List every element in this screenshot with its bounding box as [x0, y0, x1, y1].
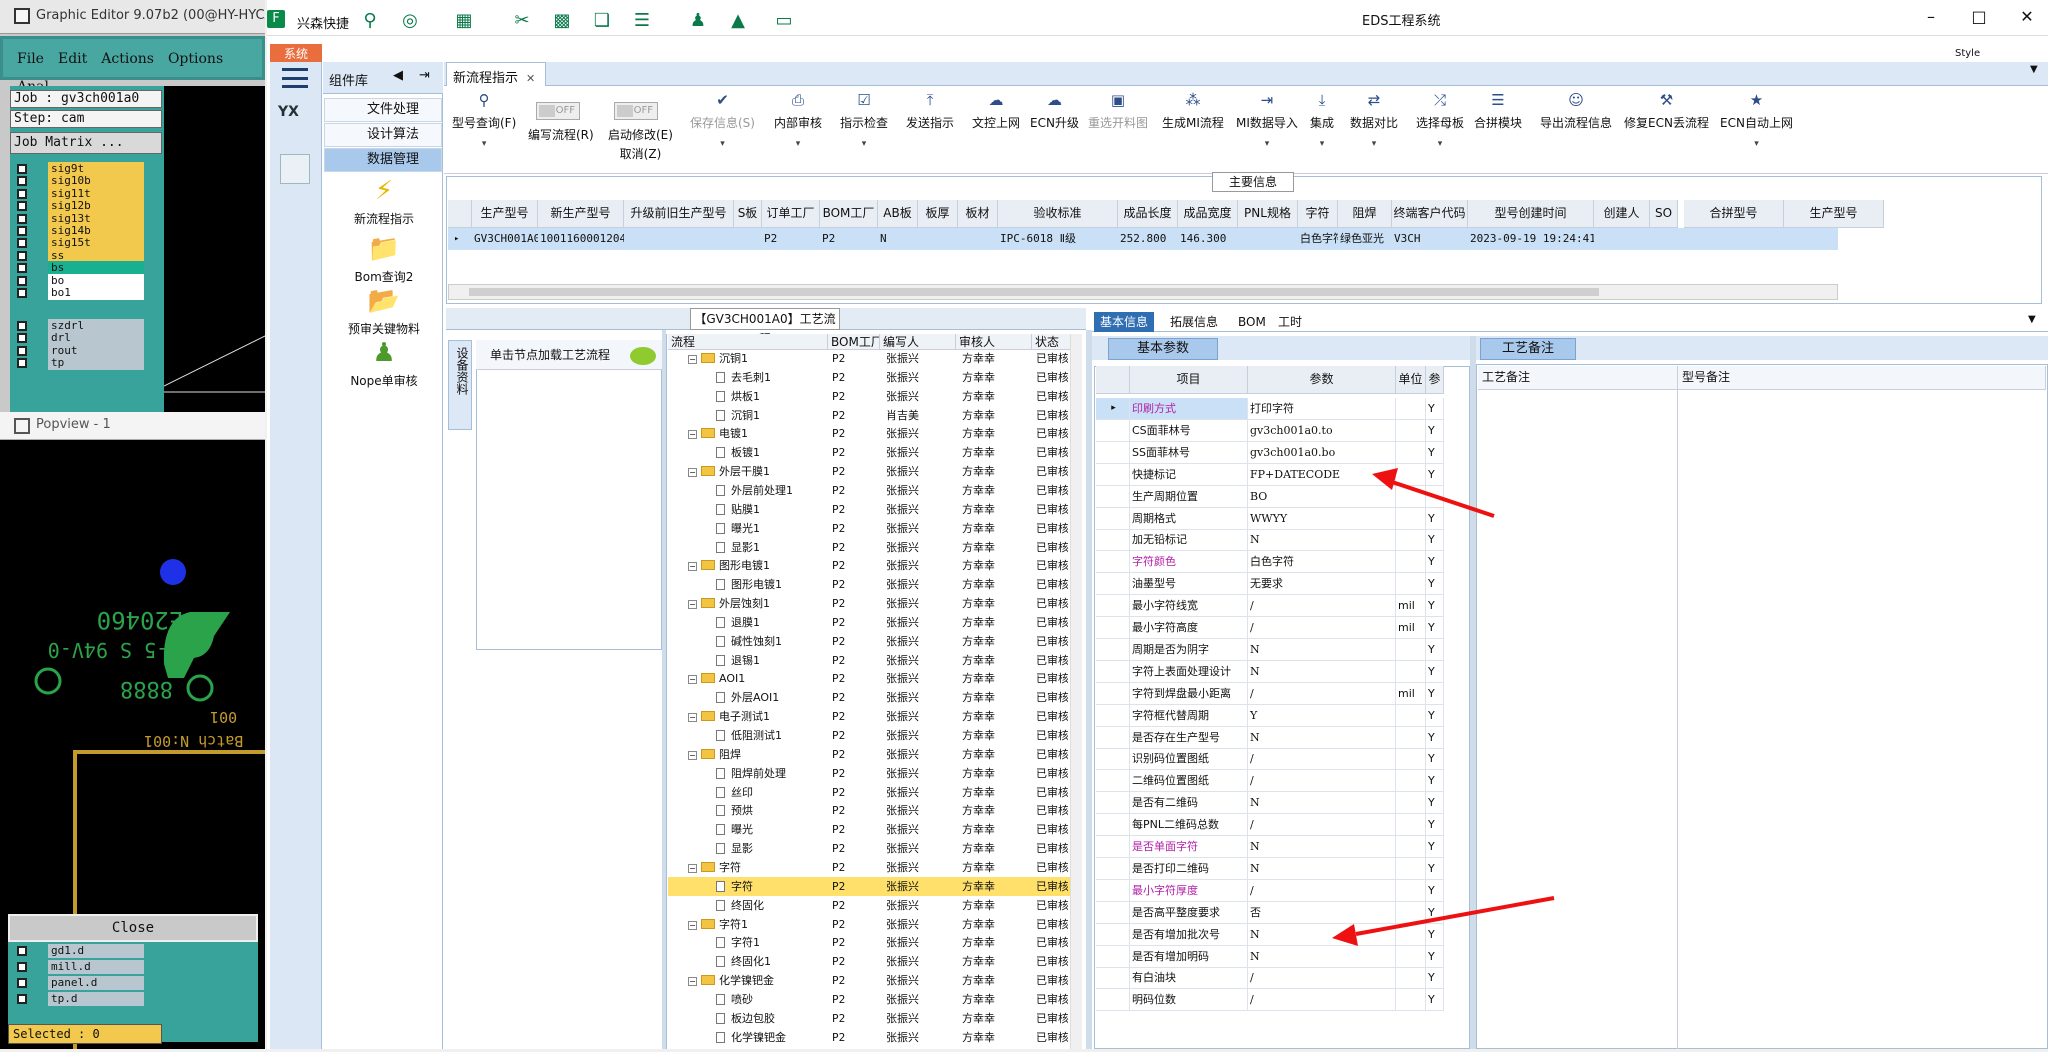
annotation-arrows [1332, 468, 1555, 946]
red-arrow-2-head [1332, 924, 1358, 946]
red-arrow-1-head [1372, 468, 1398, 490]
red-arrow-1 [1391, 480, 1495, 518]
red-arrow-2 [1355, 896, 1555, 936]
